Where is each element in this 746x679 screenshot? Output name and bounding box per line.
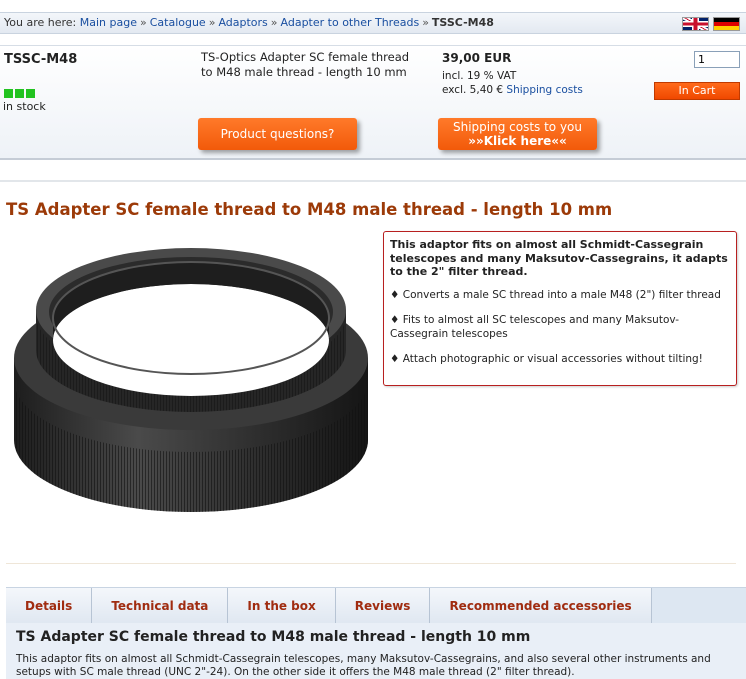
shipping-button-line2: »»Klick here«« xyxy=(468,134,567,148)
uk-flag-icon[interactable] xyxy=(682,17,709,31)
product-title: TS Adapter SC female thread to M48 male … xyxy=(6,200,613,219)
shipping-costs-button[interactable]: Shipping costs to you »»Klick here«« xyxy=(438,118,597,150)
shipping-button-line1: Shipping costs to you xyxy=(452,120,583,134)
stock-indicator xyxy=(4,89,35,98)
breadcrumb-prefix: You are here: xyxy=(4,16,77,29)
breadcrumb-separator: » xyxy=(208,16,216,29)
panel-title: TS Adapter SC female thread to M48 male … xyxy=(16,629,531,645)
breadcrumb-separator: » xyxy=(422,16,429,29)
vat-note: incl. 19 % VAT xyxy=(442,70,517,82)
product-content: TS Adapter SC female thread to M48 male … xyxy=(0,180,746,679)
breadcrumb-separator: » xyxy=(270,16,278,29)
breadcrumb-current: TSSC-M48 xyxy=(431,16,494,29)
shipping-note: excl. 5,40 € Shipping costs xyxy=(442,84,583,96)
highlights-intro: This adaptor fits on almost all Schmidt-… xyxy=(390,238,728,278)
shipping-prefix: excl. 5,40 € xyxy=(442,84,504,96)
panel-text: This adaptor fits on almost all Schmidt-… xyxy=(16,653,711,678)
tab-technical-data[interactable]: Technical data xyxy=(92,588,229,624)
tab-details[interactable]: Details xyxy=(6,588,93,624)
add-to-cart-button[interactable]: In Cart xyxy=(654,82,740,100)
breadcrumb-main-page[interactable]: Main page xyxy=(80,16,137,29)
highlight-item: ♦ Converts a male SC thread into a male … xyxy=(390,288,721,301)
breadcrumb-adaptors[interactable]: Adaptors xyxy=(218,16,267,29)
breadcrumb-separator: » xyxy=(139,16,147,29)
product-sku: TSSC-M48 xyxy=(4,52,78,67)
product-image[interactable] xyxy=(6,240,368,520)
breadcrumb-adapter-other-threads[interactable]: Adapter to other Threads xyxy=(281,16,420,29)
german-flag-icon[interactable] xyxy=(713,17,740,31)
highlight-item: ♦ Attach photographic or visual accessor… xyxy=(390,353,703,365)
shipping-costs-link[interactable]: Shipping costs xyxy=(506,84,582,96)
breadcrumb: You are here: Main page» Catalogue» Adapto… xyxy=(0,12,746,34)
product-questions-button[interactable]: Product questions? xyxy=(198,118,357,150)
divider xyxy=(6,563,736,564)
product-short-name: TS-Optics Adapter SC female thread to M4… xyxy=(201,50,410,79)
breadcrumb-catalogue[interactable]: Catalogue xyxy=(150,16,206,29)
tab-panel-details: TS Adapter SC female thread to M48 male … xyxy=(6,623,746,679)
product-summary: TSSC-M48 in stock TS-Optics Adapter SC f… xyxy=(0,45,746,160)
language-selector xyxy=(682,17,740,31)
tab-recommended-accessories[interactable]: Recommended accessories xyxy=(430,588,652,624)
highlight-item: ♦ Fits to almost all SC telescopes and m… xyxy=(390,314,680,340)
tab-in-the-box[interactable]: In the box xyxy=(228,588,336,624)
product-price: 39,00 EUR xyxy=(442,51,512,65)
stock-status: in stock xyxy=(3,100,46,113)
product-tabs: Details Technical data In the box Review… xyxy=(6,587,746,624)
tab-reviews[interactable]: Reviews xyxy=(335,588,431,624)
product-highlights: This adaptor fits on almost all Schmidt-… xyxy=(383,231,737,386)
quantity-input[interactable] xyxy=(694,51,740,68)
